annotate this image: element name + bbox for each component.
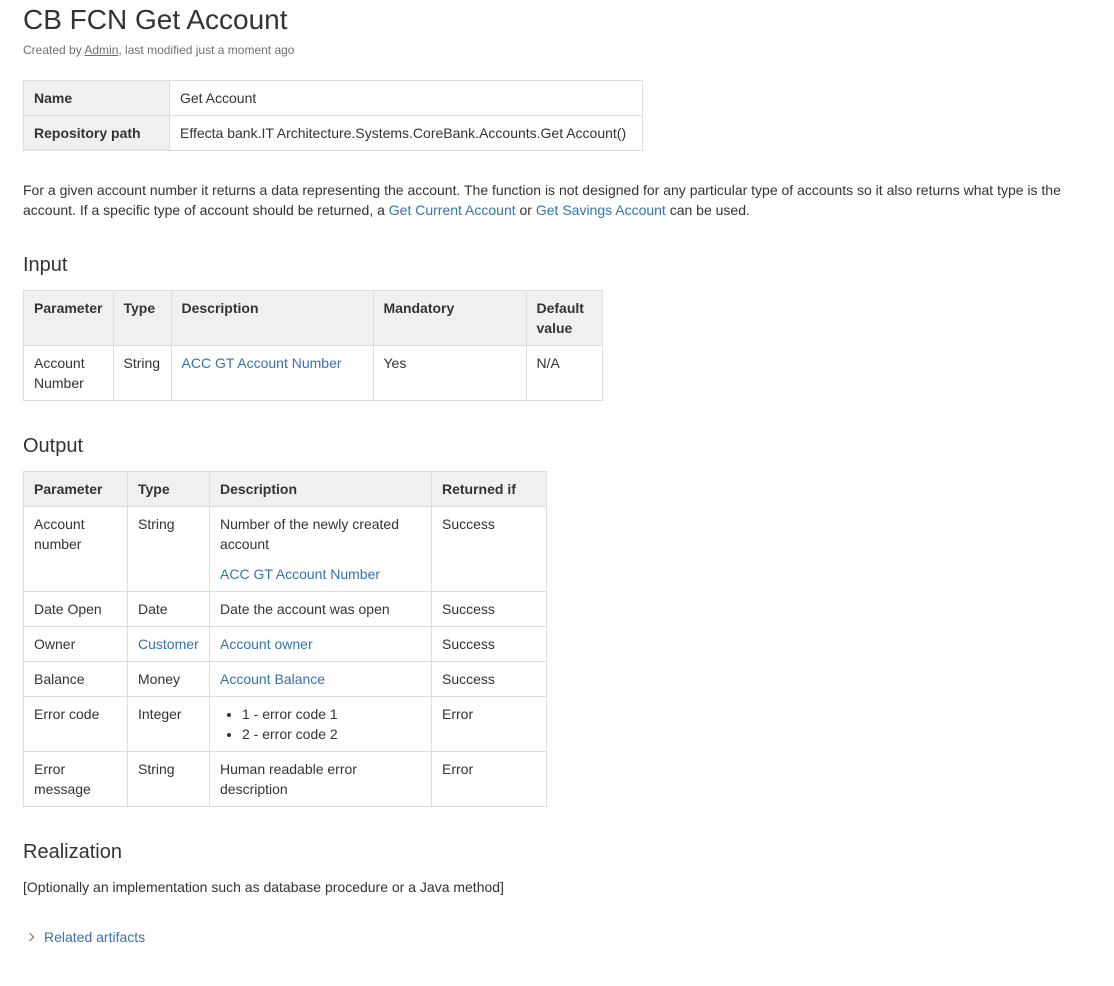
account-owner-link[interactable]: Account owner xyxy=(220,636,313,652)
name-label: Name xyxy=(23,80,170,116)
chevron-right-icon[interactable] xyxy=(25,932,35,942)
description-text: Number of the newly created account xyxy=(220,516,399,552)
column-header-type: Type xyxy=(127,471,210,507)
name-value: Get Account xyxy=(169,80,643,116)
byline-suffix: , last modified just a moment ago xyxy=(118,43,295,57)
get-current-account-link[interactable]: Get Current Account xyxy=(389,202,516,218)
cell-type: Date xyxy=(127,591,210,627)
column-header-description: Description xyxy=(209,471,432,507)
repository-path-value: Effecta bank.IT Architecture.Systems.Cor… xyxy=(169,115,643,151)
table-row: Error code Integer 1 - error code 1 2 - … xyxy=(23,696,547,752)
cell-description: 1 - error code 1 2 - error code 2 xyxy=(209,696,432,752)
intro-text: or xyxy=(515,202,536,218)
cell-description: Human readable error description xyxy=(209,751,432,807)
cell-type: String xyxy=(127,751,210,807)
column-header-mandatory: Mandatory xyxy=(372,290,527,346)
acc-gt-account-number-link[interactable]: ACC GT Account Number xyxy=(220,566,380,582)
cell-type: Customer xyxy=(127,626,210,662)
cell-parameter: Error code xyxy=(23,696,128,752)
cell-parameter: Date Open xyxy=(23,591,128,627)
cell-description: Number of the newly created account ACC … xyxy=(209,506,432,592)
cell-parameter: Balance xyxy=(23,661,128,697)
column-header-default-value: Default value xyxy=(525,290,603,346)
cell-description: ACC GT Account Number xyxy=(170,345,374,401)
page-byline: Created by Admin, last modified just a m… xyxy=(23,42,294,58)
cell-returned-if: Success xyxy=(431,591,547,627)
cell-description: Account Balance xyxy=(209,661,432,697)
metadata-table: Name Get Account Repository path Effecta… xyxy=(23,80,643,151)
related-artifacts-expander[interactable]: Related artifacts xyxy=(23,927,145,947)
column-header-type: Type xyxy=(112,290,172,346)
column-header-parameter: Parameter xyxy=(23,471,128,507)
realization-text: [Optionally an implementation such as da… xyxy=(23,879,504,895)
intro-paragraph: For a given account number it returns a … xyxy=(23,180,1098,220)
list-item: 1 - error code 1 xyxy=(242,704,421,724)
table-header-row: Parameter Type Description Returned if xyxy=(23,471,547,507)
cell-parameter: Owner xyxy=(23,626,128,662)
table-row: Date Open Date Date the account was open… xyxy=(23,591,547,627)
cell-type: String xyxy=(127,506,210,592)
cell-default-value: N/A xyxy=(525,345,603,401)
related-artifacts-link[interactable]: Related artifacts xyxy=(44,927,145,947)
cell-description: Account owner xyxy=(209,626,432,662)
table-row: Name Get Account xyxy=(23,80,643,116)
list-item: 2 - error code 2 xyxy=(242,724,421,744)
table-row: Balance Money Account Balance Success xyxy=(23,661,547,697)
cell-parameter: Account number xyxy=(23,506,128,592)
table-row: Repository path Effecta bank.IT Architec… xyxy=(23,115,643,151)
cell-returned-if: Success xyxy=(431,626,547,662)
cell-type: Money xyxy=(127,661,210,697)
account-balance-link[interactable]: Account Balance xyxy=(220,671,325,687)
cell-mandatory: Yes xyxy=(372,345,527,401)
input-heading: Input xyxy=(23,254,68,276)
table-header-row: Parameter Type Description Mandatory Def… xyxy=(23,290,603,346)
byline-prefix: Created by xyxy=(23,43,85,57)
output-table: Parameter Type Description Returned if A… xyxy=(23,471,547,807)
table-row: Account number String Number of the newl… xyxy=(23,506,547,592)
cell-returned-if: Error xyxy=(431,696,547,752)
cell-returned-if: Success xyxy=(431,661,547,697)
table-row: Owner Customer Account owner Success xyxy=(23,626,547,662)
cell-parameter: Error message xyxy=(23,751,128,807)
table-row: Account Number String ACC GT Account Num… xyxy=(23,345,603,401)
cell-returned-if: Success xyxy=(431,506,547,592)
cell-type: Integer xyxy=(127,696,210,752)
column-header-returned-if: Returned if xyxy=(431,471,547,507)
realization-heading: Realization xyxy=(23,841,122,863)
repository-path-label: Repository path xyxy=(23,115,170,151)
table-row: Error message String Human readable erro… xyxy=(23,751,547,807)
cell-type: String xyxy=(112,345,172,401)
input-table: Parameter Type Description Mandatory Def… xyxy=(23,290,603,401)
customer-link[interactable]: Customer xyxy=(138,636,199,652)
column-header-description: Description xyxy=(170,290,374,346)
author-link[interactable]: Admin xyxy=(84,43,118,57)
column-header-parameter: Parameter xyxy=(23,290,114,346)
page-title: CB FCN Get Account xyxy=(23,4,288,35)
cell-parameter: Account Number xyxy=(23,345,114,401)
get-savings-account-link[interactable]: Get Savings Account xyxy=(536,202,666,218)
output-heading: Output xyxy=(23,435,84,457)
acc-gt-account-number-link[interactable]: ACC GT Account Number xyxy=(182,355,342,371)
intro-text: can be used. xyxy=(665,202,750,218)
cell-returned-if: Error xyxy=(431,751,547,807)
cell-description: Date the account was open xyxy=(209,591,432,627)
error-code-list: 1 - error code 1 2 - error code 2 xyxy=(220,704,421,744)
